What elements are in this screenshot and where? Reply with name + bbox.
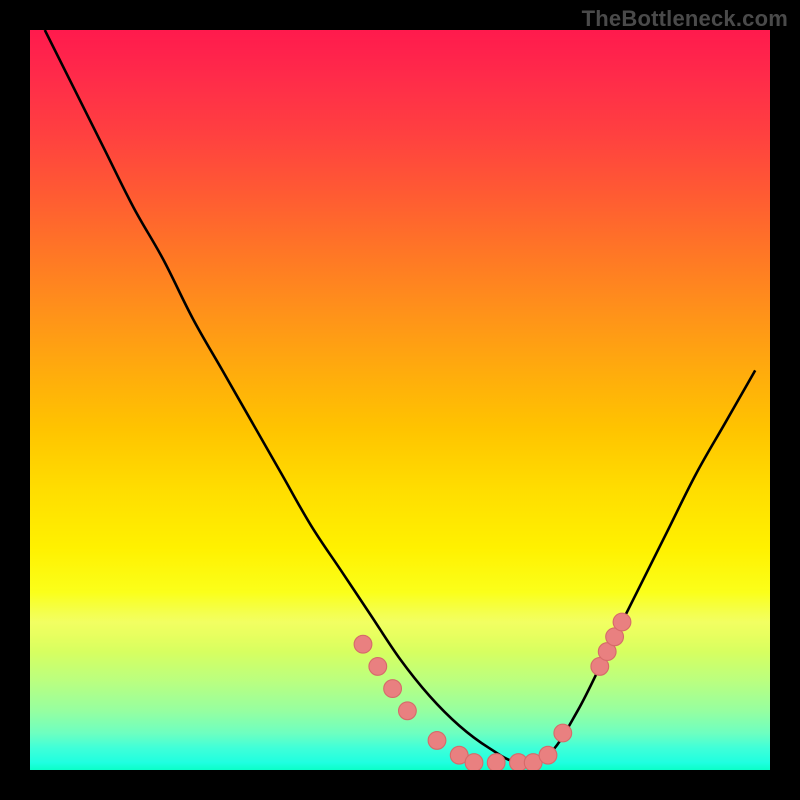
watermark-text: TheBottleneck.com <box>582 6 788 32</box>
plot-area <box>30 30 770 770</box>
chart-frame: TheBottleneck.com <box>0 0 800 800</box>
marker-dot <box>554 724 572 742</box>
marker-dot <box>369 658 387 676</box>
marker-dot <box>384 680 402 698</box>
marker-dot <box>465 754 483 770</box>
marker-dot <box>487 754 505 770</box>
marker-dot <box>354 635 372 653</box>
bottleneck-curve <box>45 30 755 763</box>
marker-dot <box>539 746 557 764</box>
curve-layer <box>30 30 770 770</box>
marker-dot <box>613 613 631 631</box>
marker-dot <box>428 732 446 750</box>
marker-dot <box>399 702 417 720</box>
marker-group <box>354 613 631 770</box>
